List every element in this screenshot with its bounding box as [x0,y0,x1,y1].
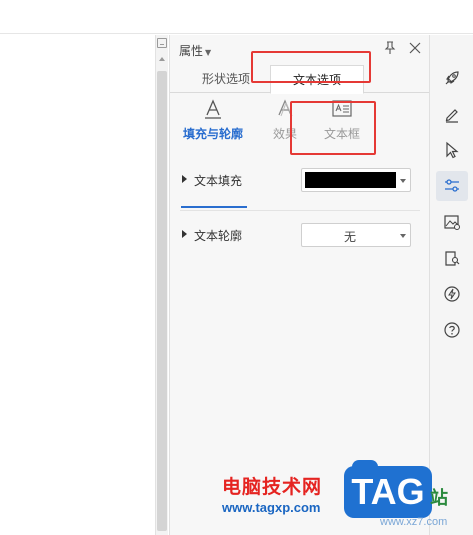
subtab-fill-outline[interactable]: 填充与轮廓 [178,98,248,148]
vertical-scrollbar[interactable] [155,35,168,535]
color-swatch [305,172,396,188]
sidebar-item-help[interactable] [436,315,468,345]
tab-shape-options[interactable]: 形状选项 [188,65,264,93]
chevron-down-icon[interactable] [400,179,406,183]
help-icon [444,322,460,338]
pin-icon[interactable] [383,41,397,55]
close-icon[interactable] [408,41,422,55]
watermark-side-text: 站 [430,488,448,509]
cursor-icon [446,141,459,159]
text-fill-label: 文本填充 [194,174,243,188]
watermark-site-name: 电脑技术网 [222,476,323,498]
text-outline-row[interactable]: 文本轮廓 无 [180,223,425,247]
sidebar-item-properties[interactable] [436,171,468,201]
document-canvas[interactable] [0,35,155,535]
caret-down-icon: ▼ [205,48,212,57]
subtab-text-box[interactable]: 文本框 [307,98,377,148]
expand-arrow-icon[interactable] [182,230,187,238]
subtab-text-box-label: 文本框 [323,127,360,141]
watermark-side-url: www.xz7.com [380,516,448,528]
watermark-tag-logo: TAG [344,460,432,518]
bolt-icon [444,286,460,302]
properties-panel: 属性 ▼ 形状选项 文本选项 填充与轮廓 效果 文本框 文本填充 文本轮廓 无 [169,35,430,535]
sliders-icon [445,179,459,192]
right-sidebar [429,35,473,535]
sidebar-item-rocket[interactable] [436,63,468,93]
subtab-fill-outline-label: 填充与轮廓 [182,127,243,141]
tab-text-options[interactable]: 文本选项 [270,65,364,94]
sidebar-item-select[interactable] [436,135,468,165]
text-fill-icon [205,99,221,119]
text-subtabs: 填充与轮廓 效果 文本框 [170,94,430,211]
watermark-url: www.tagxp.com [222,500,321,515]
split-view-icon[interactable] [157,38,167,48]
sidebar-item-pen[interactable] [436,99,468,129]
rocket-icon [445,71,459,85]
chevron-down-icon[interactable] [400,234,406,238]
sidebar-item-bolt[interactable] [436,279,468,309]
text-outline-label: 文本轮廓 [194,229,243,243]
sidebar-item-image[interactable] [436,207,468,237]
image-edit-icon [444,215,460,230]
text-outline-select[interactable]: 无 [301,223,411,247]
text-fill-color-select[interactable] [301,168,411,192]
sidebar-item-book[interactable] [436,243,468,273]
divider [180,210,420,211]
top-toolbar [0,0,473,34]
scroll-thumb[interactable] [157,71,167,531]
text-box-icon [332,100,352,117]
pen-icon [445,109,458,123]
panel-title: 属性 [179,44,204,58]
expand-arrow-icon[interactable] [182,175,187,183]
panel-title-dropdown[interactable]: 属性 ▼ [179,42,211,59]
text-outline-value: 无 [343,230,356,244]
scroll-up-arrow-icon[interactable] [159,57,165,61]
active-subtab-indicator [181,206,247,208]
text-fill-row[interactable]: 文本填充 [180,168,425,192]
book-search-icon [445,251,460,266]
text-effect-icon [278,99,293,117]
options-tabs: 形状选项 文本选项 [170,65,430,94]
